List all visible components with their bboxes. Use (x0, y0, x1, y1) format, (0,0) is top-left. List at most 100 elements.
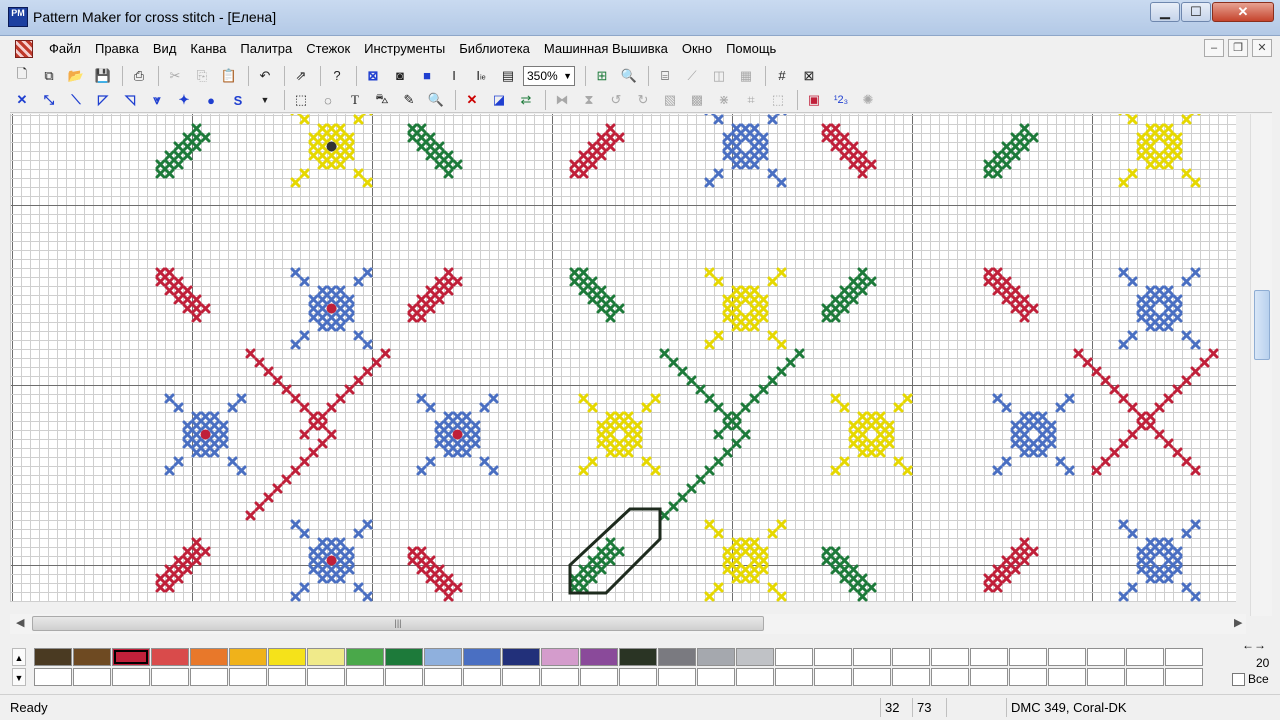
chevron-down-icon[interactable]: ▼ (253, 89, 277, 111)
color-swatch[interactable] (1126, 648, 1164, 666)
preview-icon[interactable]: ⌸ (653, 65, 677, 87)
close-button[interactable]: ✕ (1212, 2, 1274, 22)
undo-icon[interactable]: ↶ (253, 65, 277, 87)
menu-item[interactable]: Вид (146, 41, 184, 56)
frame-icon[interactable]: ⬚ (766, 89, 790, 111)
empty-swatch[interactable] (346, 668, 384, 686)
color-swatch[interactable] (853, 648, 891, 666)
rect-select-icon[interactable]: ⬚ (289, 89, 313, 111)
menu-item[interactable]: Окно (675, 41, 719, 56)
fractional-stitch-icon[interactable]: ⩔ (145, 89, 169, 111)
color-block-view-icon[interactable]: ■ (415, 65, 439, 87)
empty-swatch[interactable] (970, 668, 1008, 686)
empty-swatch[interactable] (619, 668, 657, 686)
grid-icon[interactable]: # (770, 65, 794, 87)
vertical-scrollbar[interactable] (1250, 114, 1272, 616)
menu-item[interactable]: Стежок (299, 41, 357, 56)
palette-nav-icon[interactable]: ←→ (1242, 638, 1266, 652)
empty-swatch[interactable] (268, 668, 306, 686)
eyedropper-icon[interactable]: ✎ (397, 89, 421, 111)
full-stitch-view-icon[interactable]: ⊠ (361, 65, 385, 87)
mirror-icon[interactable]: ⟋ (680, 65, 704, 87)
flip-vertical-icon[interactable]: ⧗ (577, 89, 601, 111)
empty-swatch[interactable] (73, 668, 111, 686)
color-swatch[interactable] (34, 648, 72, 666)
empty-swatch[interactable] (34, 668, 72, 686)
empty-swatch[interactable] (190, 668, 228, 686)
menu-item[interactable]: Файл (42, 41, 88, 56)
empty-swatch[interactable] (1048, 668, 1086, 686)
mdi-restore-button[interactable]: ❐ (1228, 39, 1248, 57)
empty-swatch[interactable] (775, 668, 813, 686)
color-swatch[interactable] (268, 648, 306, 666)
help-icon[interactable]: ? (325, 65, 349, 87)
color-swatch[interactable] (697, 648, 735, 666)
list-icon[interactable]: ▤ (496, 65, 520, 87)
empty-swatch[interactable] (580, 668, 618, 686)
empty-swatch[interactable] (658, 668, 696, 686)
menu-item[interactable]: Помощь (719, 41, 783, 56)
palette-down-icon[interactable]: ▼ (12, 668, 26, 686)
magnify-icon[interactable]: 🔍 (424, 89, 448, 111)
text-tool-icon[interactable]: T (343, 89, 367, 111)
copy-icon[interactable]: ⎘ (190, 65, 214, 87)
petite-stitch-icon[interactable]: ✦ (172, 89, 196, 111)
menu-item[interactable]: Машинная Вышивка (537, 41, 675, 56)
empty-swatch[interactable] (1009, 668, 1047, 686)
symbol-view-icon[interactable]: ◙ (388, 65, 412, 87)
color-swatch[interactable] (580, 648, 618, 666)
color-swatch[interactable] (775, 648, 813, 666)
horizontal-scrollbar[interactable]: ◀ ||| ▶ (10, 614, 1246, 634)
flip-horizontal-icon[interactable]: ⧓ (550, 89, 574, 111)
color-swatch[interactable] (541, 648, 579, 666)
palette-up-icon[interactable]: ▲ (12, 648, 26, 666)
menu-item[interactable]: Правка (88, 41, 146, 56)
empty-swatch[interactable] (385, 668, 423, 686)
mdi-close-button[interactable]: ✕ (1252, 39, 1272, 57)
pattern-grid[interactable] (11, 114, 1236, 602)
color-swatch[interactable] (463, 648, 501, 666)
full-stitch-icon[interactable]: ✕ (10, 89, 34, 111)
paste-icon[interactable]: 📋 (217, 65, 241, 87)
new-from-image-icon[interactable]: ⧉ (37, 65, 61, 87)
color-swatch[interactable] (190, 648, 228, 666)
color-swatch[interactable] (502, 648, 540, 666)
empty-swatch[interactable] (463, 668, 501, 686)
paste-selection-icon[interactable]: ▩ (685, 89, 709, 111)
horizontal-scroll-thumb[interactable]: ||| (32, 616, 764, 631)
color-swatch[interactable] (814, 648, 852, 666)
cross-stitch-icon[interactable]: ⊠ (797, 65, 821, 87)
empty-swatch[interactable] (307, 668, 345, 686)
numbering-icon[interactable]: ¹2₃ (829, 89, 853, 111)
color-swatch[interactable] (1165, 648, 1203, 666)
empty-swatch[interactable] (229, 668, 267, 686)
color-swatch[interactable] (931, 648, 969, 666)
color-swatch[interactable] (307, 648, 345, 666)
three-quarter-stitch-icon[interactable]: ◹ (118, 89, 142, 111)
color-palette-icon[interactable]: ▣ (802, 89, 826, 111)
text-format-icon[interactable]: Iᵢₑ (469, 65, 493, 87)
vertical-scroll-thumb[interactable] (1254, 290, 1270, 360)
text-cursor-icon[interactable]: I (442, 65, 466, 87)
backstitch-icon[interactable]: ⟍ (64, 89, 88, 111)
bead-icon[interactable]: S (226, 89, 250, 111)
menu-item[interactable]: Палитра (233, 41, 299, 56)
split-view-icon[interactable]: ◫ (707, 65, 731, 87)
color-swatch[interactable] (73, 648, 111, 666)
color-swatch[interactable] (1009, 648, 1047, 666)
cut-selection-icon[interactable]: ▧ (658, 89, 682, 111)
show-all-checkbox[interactable]: Все (1232, 672, 1269, 686)
empty-swatch[interactable] (697, 668, 735, 686)
empty-swatch[interactable] (1126, 668, 1164, 686)
color-swatch[interactable] (424, 648, 462, 666)
french-knot-icon[interactable]: ● (199, 89, 223, 111)
swap-color-icon[interactable]: ⇄ (514, 89, 538, 111)
rotate-right-icon[interactable]: ↻ (631, 89, 655, 111)
export-icon[interactable]: ⇗ (289, 65, 313, 87)
empty-swatch[interactable] (931, 668, 969, 686)
color-swatch[interactable] (892, 648, 930, 666)
color-swatch[interactable] (151, 648, 189, 666)
color-swatch[interactable] (385, 648, 423, 666)
crop-icon[interactable]: ⌗ (739, 89, 763, 111)
color-swatch[interactable] (1087, 648, 1125, 666)
